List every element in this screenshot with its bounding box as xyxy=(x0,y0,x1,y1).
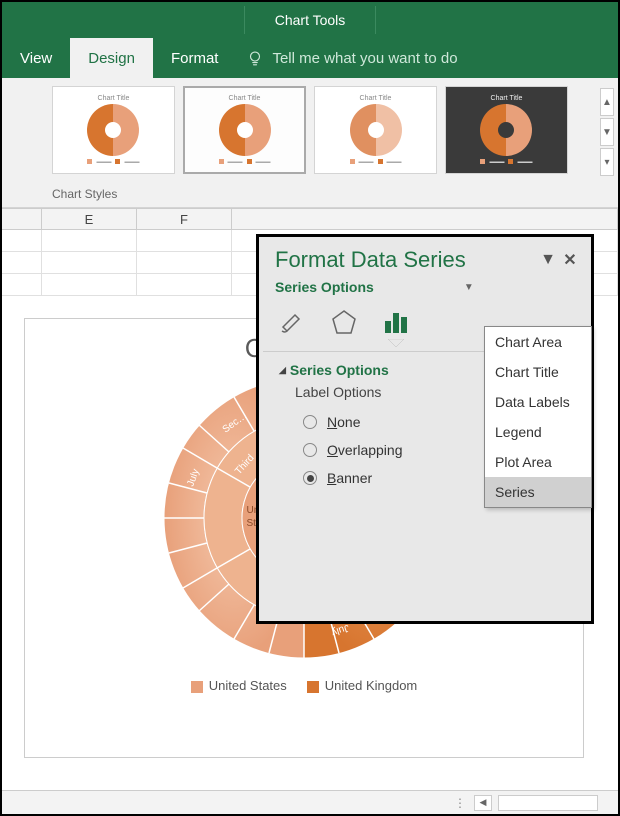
dropdown-item-data-labels[interactable]: Data Labels xyxy=(485,387,591,417)
scroll-track[interactable] xyxy=(498,795,598,811)
thumb-title: Chart Title xyxy=(491,95,523,102)
chart-style-thumb-2[interactable]: Chart Title ▬▬▬ ▬▬▬ xyxy=(183,86,306,174)
chart-style-thumb-4[interactable]: Chart Title ▬▬▬ ▬▬▬ xyxy=(445,86,568,174)
pane-title: Format Data Series xyxy=(275,247,535,273)
dropdown-item-plot-area[interactable]: Plot Area xyxy=(485,447,591,477)
chart-style-thumb-1[interactable]: Chart Title ▬▬▬ ▬▬▬ xyxy=(52,86,175,174)
dropdown-item-legend[interactable]: Legend xyxy=(485,417,591,447)
column-header-f[interactable]: F xyxy=(137,209,232,229)
legend-swatch-uk xyxy=(307,681,319,693)
series-options-chevron-down-icon[interactable]: ▼ xyxy=(464,282,474,293)
sunburst-mini-icon xyxy=(480,104,532,156)
rowcol-corner[interactable] xyxy=(2,209,42,229)
tell-me-input[interactable]: Tell me what you want to do xyxy=(236,38,457,78)
style-gallery-scroll-up[interactable]: ▲ xyxy=(600,88,614,116)
dropdown-item-chart-title[interactable]: Chart Title xyxy=(485,357,591,387)
lightbulb-icon xyxy=(246,49,264,67)
sunburst-mini-icon xyxy=(87,104,139,156)
ribbon-group-label: Chart Styles xyxy=(52,187,117,201)
tell-me-placeholder: Tell me what you want to do xyxy=(272,50,457,67)
legend-label-uk: United Kingdom xyxy=(325,678,418,693)
collapse-triangle-icon: ◢ xyxy=(279,365,286,376)
pane-subtitle[interactable]: Series Options xyxy=(275,279,374,295)
close-icon[interactable]: ✕ xyxy=(561,251,579,269)
thumb-title: Chart Title xyxy=(98,95,130,102)
thumb-title: Chart Title xyxy=(360,95,392,102)
tab-format[interactable]: Format xyxy=(153,38,237,78)
scroll-left-icon[interactable]: ◀ xyxy=(474,795,492,811)
tab-design[interactable]: Design xyxy=(70,38,153,78)
radio-icon xyxy=(303,471,317,485)
dropdown-item-chart-area[interactable]: Chart Area xyxy=(485,327,591,357)
style-gallery-scroll-down[interactable]: ▼ xyxy=(600,118,614,146)
ribbon-tabs: View Design Format Tell me what you want… xyxy=(2,38,618,78)
effects-icon[interactable] xyxy=(327,305,361,339)
style-gallery-more[interactable]: ▾ xyxy=(600,148,614,176)
radio-icon xyxy=(303,443,317,457)
chart-legend[interactable]: United States United Kingdom xyxy=(25,678,583,693)
legend-label-us: United States xyxy=(209,678,287,693)
column-header-e[interactable]: E xyxy=(42,209,137,229)
pane-options-dropdown-icon[interactable]: ▼ xyxy=(539,251,557,269)
sunburst-mini-icon xyxy=(219,104,271,156)
chart-style-thumb-3[interactable]: Chart Title ▬▬▬ ▬▬▬ xyxy=(314,86,437,174)
ribbon-chart-styles-group: Chart Title ▬▬▬ ▬▬▬ Chart Title ▬▬▬ ▬▬▬ … xyxy=(2,78,618,208)
series-options-icon[interactable] xyxy=(379,305,413,339)
radio-icon xyxy=(303,415,317,429)
fill-line-icon[interactable] xyxy=(275,305,309,339)
horizontal-scrollbar[interactable]: ⋮ ◀ xyxy=(2,790,618,814)
series-options-dropdown-menu: Chart Area Chart Title Data Labels Legen… xyxy=(484,326,592,508)
chart-tools-label: Chart Tools xyxy=(244,6,377,34)
dropdown-item-series[interactable]: Series xyxy=(485,477,591,507)
legend-swatch-us xyxy=(191,681,203,693)
column-header-rest[interactable] xyxy=(232,209,618,229)
sunburst-mini-icon xyxy=(350,104,402,156)
chart-tools-titlebar: Chart Tools xyxy=(2,2,618,38)
thumb-title: Chart Title xyxy=(229,95,261,102)
tab-view[interactable]: View xyxy=(2,38,70,78)
sheet-tab-handle-icon[interactable]: ⋮ xyxy=(454,796,468,810)
column-headers: E F xyxy=(2,208,618,230)
